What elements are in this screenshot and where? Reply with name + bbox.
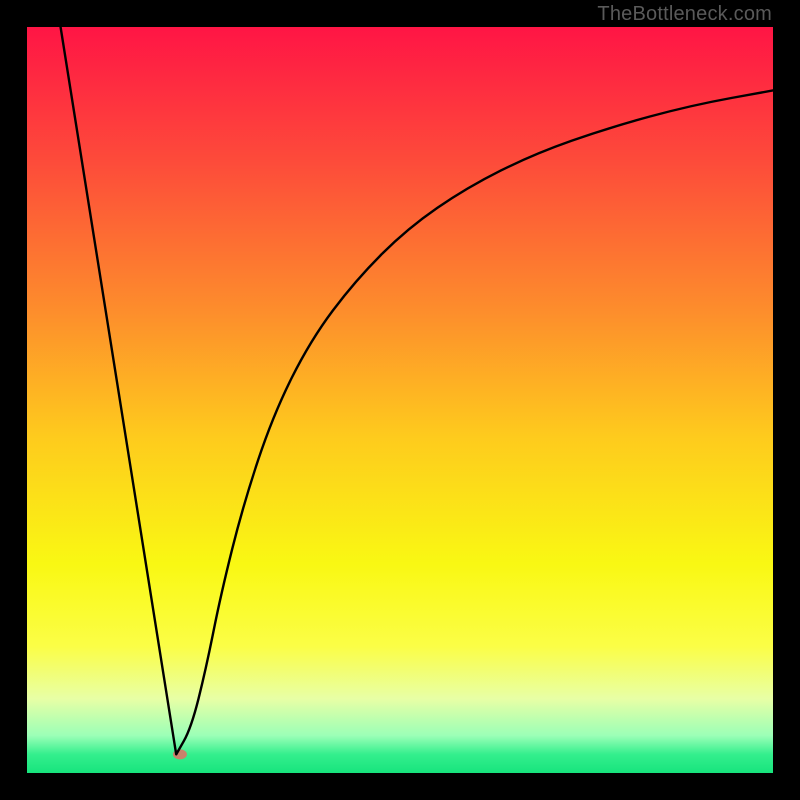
chart-frame: TheBottleneck.com <box>0 0 800 800</box>
chart-plot-area <box>27 27 773 773</box>
chart-background <box>27 27 773 773</box>
watermark-text: TheBottleneck.com <box>597 3 772 26</box>
